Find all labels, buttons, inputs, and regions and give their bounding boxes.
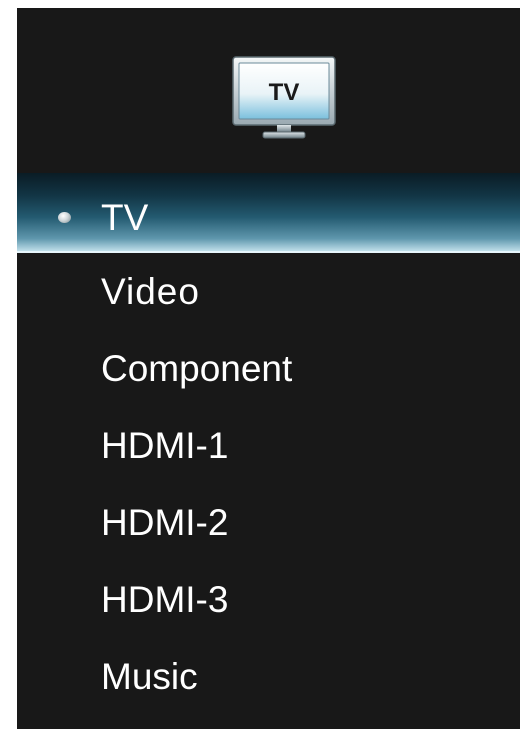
tv-icon-label: TV	[269, 79, 300, 106]
menu-item-component[interactable]: Component	[17, 330, 520, 407]
menu-item-video[interactable]: Video	[17, 253, 520, 330]
menu-item-label: HDMI-2	[101, 502, 229, 543]
menu-item-label: Video	[101, 271, 200, 312]
menu-item-hdmi-1[interactable]: HDMI-1	[17, 407, 520, 484]
input-source-menu: TV Video Component HDMI-1 HDMI-2 HDMI-3 …	[17, 173, 520, 715]
menu-item-hdmi-2[interactable]: HDMI-2	[17, 484, 520, 561]
panel-header: TV	[17, 8, 520, 173]
menu-item-label: Music	[101, 656, 198, 697]
menu-item-tv[interactable]: TV	[17, 173, 520, 253]
menu-item-hdmi-3[interactable]: HDMI-3	[17, 561, 520, 638]
menu-item-label: Component	[101, 348, 293, 389]
selected-bullet-icon	[58, 212, 71, 223]
input-source-panel: TV TV Video Component HDMI-1 HDMI-2 HDMI…	[17, 8, 520, 729]
menu-item-music[interactable]: Music	[17, 638, 520, 715]
tv-icon: TV	[232, 56, 336, 139]
menu-item-label: TV	[101, 197, 149, 238]
menu-item-label: HDMI-3	[101, 579, 229, 620]
menu-item-label: HDMI-1	[101, 425, 229, 466]
